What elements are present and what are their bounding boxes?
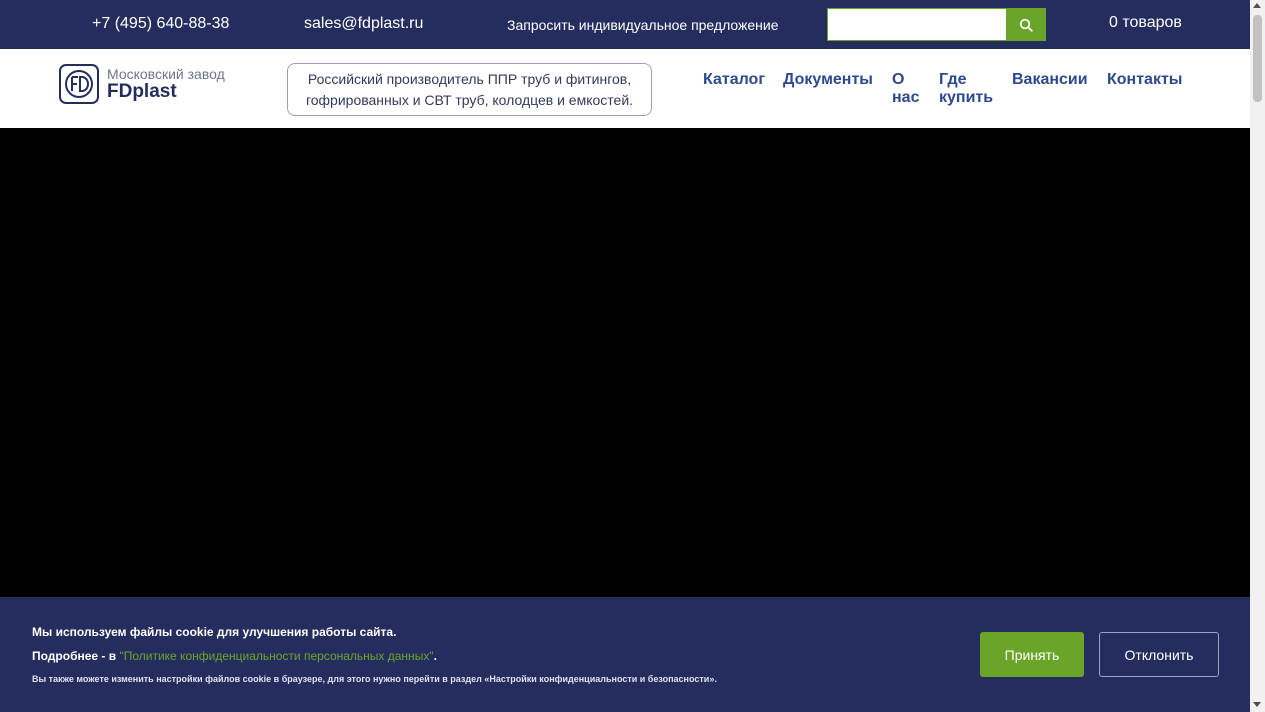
site-header: Московский завод FDplast Российский прои… (0, 49, 1250, 128)
accept-cookies-button[interactable]: Принять (980, 632, 1084, 677)
privacy-policy-link[interactable]: "Политике конфиденциальности персональны… (119, 649, 433, 663)
cookie-notice: Мы используем файлы cookie для улучшения… (32, 625, 397, 639)
cookie-banner: Мы используем файлы cookie для улучшения… (0, 597, 1250, 712)
nav-documents[interactable]: Документы (783, 71, 873, 89)
page-scrollbar[interactable] (1250, 0, 1265, 712)
search-icon (1019, 18, 1033, 32)
nav-where-to-buy[interactable]: Где купить (939, 71, 999, 107)
fd-logo-icon (59, 64, 99, 104)
cookie-details-prefix: Подробнее - в (32, 649, 120, 663)
nav-about[interactable]: О нас (892, 71, 922, 107)
tagline-line-1: Российский производитель ППР труб и фити… (307, 71, 632, 87)
decline-cookies-button[interactable]: Отклонить (1099, 632, 1219, 677)
nav-vacancies[interactable]: Вакансии (1012, 71, 1088, 89)
search-input[interactable] (827, 8, 1007, 41)
cookie-details-suffix: . (433, 649, 437, 663)
logo-name: FDplast (107, 81, 177, 102)
tagline-line-2: гофрированных и СВТ труб, колодцев и емк… (305, 92, 634, 108)
logo[interactable]: Московский завод FDplast (59, 64, 225, 104)
nav-catalog[interactable]: Каталог (703, 71, 765, 89)
scrollbar-thumb[interactable] (1253, 15, 1262, 102)
cookie-browser-settings-note: Вы также можете изменить настройки файло… (32, 674, 717, 684)
company-tagline: Российский производитель ППР труб и фити… (287, 63, 652, 116)
hero-video-area (0, 128, 1250, 597)
nav-contacts[interactable]: Контакты (1107, 71, 1182, 89)
scroll-down-arrow-icon[interactable] (1253, 702, 1261, 707)
phone-link[interactable]: +7 (495) 640-88-38 (92, 15, 229, 33)
cookie-details: Подробнее - в "Политике конфиденциальнос… (32, 649, 437, 663)
email-link[interactable]: sales@fdplast.ru (304, 15, 423, 33)
request-offer-link[interactable]: Запросить индивидуальное предложение (507, 17, 779, 33)
logo-subtitle: Московский завод (107, 66, 225, 82)
search-button[interactable] (1006, 8, 1046, 41)
cart-link[interactable]: 0 товаров (1109, 14, 1182, 32)
top-bar: +7 (495) 640-88-38 sales@fdplast.ru Запр… (0, 0, 1250, 49)
scroll-up-arrow-icon[interactable] (1253, 3, 1261, 8)
